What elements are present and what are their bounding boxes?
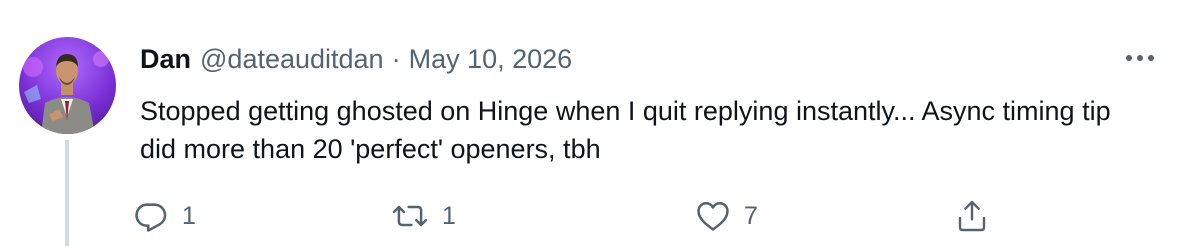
share-button[interactable] bbox=[956, 196, 988, 236]
avatar[interactable] bbox=[19, 37, 116, 134]
retweet-count: 1 bbox=[442, 201, 456, 230]
author-display-name[interactable]: Dan bbox=[140, 42, 191, 76]
avatar-image bbox=[19, 37, 116, 134]
tweet-date[interactable]: May 10, 2026 bbox=[409, 42, 573, 76]
tweet-text: Stopped getting ghosted on Hinge when I … bbox=[140, 96, 1111, 164]
reply-icon bbox=[135, 203, 167, 232]
more-options-button[interactable] bbox=[1122, 40, 1158, 76]
like-button[interactable]: 7 bbox=[696, 196, 758, 236]
retweet-button[interactable]: 1 bbox=[392, 196, 456, 236]
retweet-icon bbox=[392, 205, 428, 227]
tweet[interactable]: Dan @dateauditdan · May 10, 2026 Stopped… bbox=[0, 0, 1186, 246]
thread-connector-line bbox=[65, 140, 69, 246]
author-handle[interactable]: @dateauditdan bbox=[200, 42, 384, 76]
more-options-icon bbox=[1126, 55, 1154, 61]
tweet-header: Dan @dateauditdan · May 10, 2026 bbox=[140, 42, 572, 76]
share-icon bbox=[958, 200, 986, 232]
like-count: 7 bbox=[744, 201, 758, 230]
reply-count: 1 bbox=[182, 201, 196, 230]
reply-button[interactable]: 1 bbox=[134, 196, 196, 236]
tweet-actions-bar: 1 1 7 bbox=[134, 196, 1134, 236]
heart-icon bbox=[697, 201, 729, 231]
header-separator: · bbox=[391, 44, 401, 74]
